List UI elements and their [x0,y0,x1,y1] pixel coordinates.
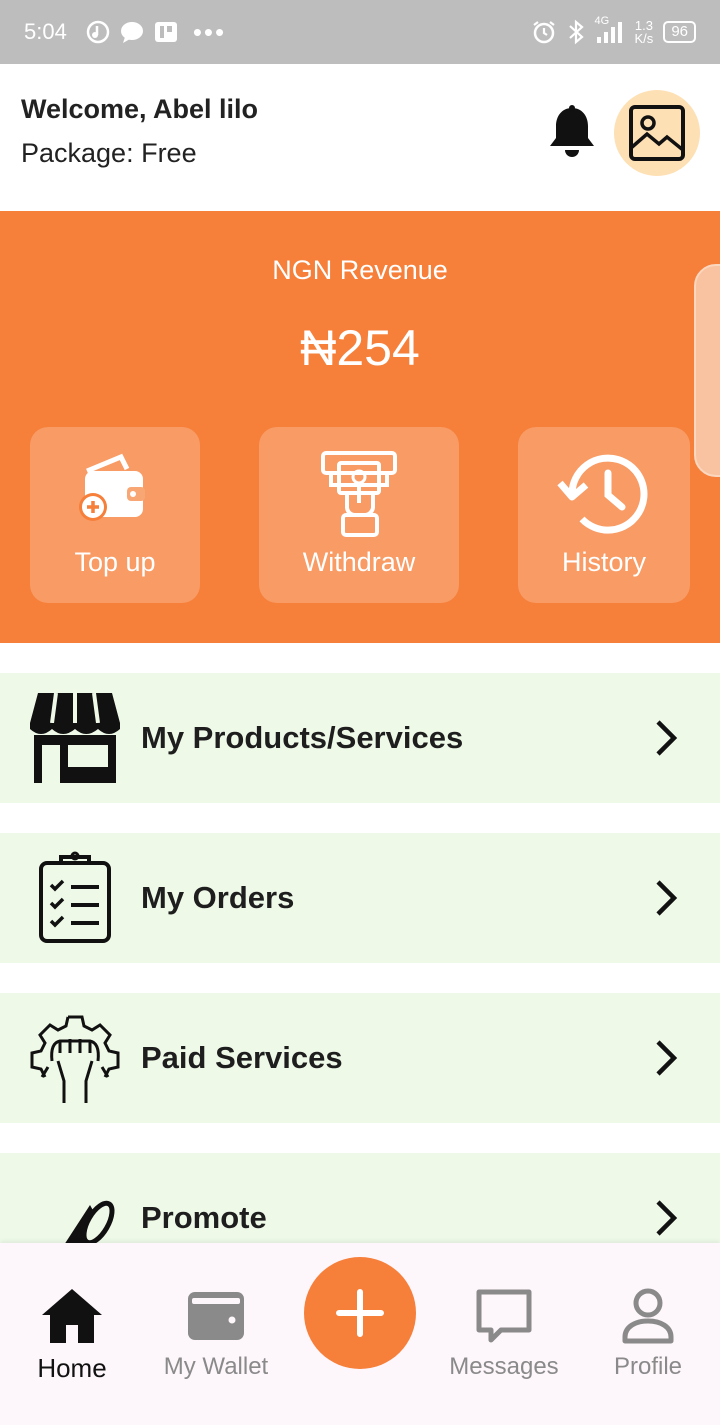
revenue-amount: ₦254 [300,320,420,376]
bottom-navigation: Home My Wallet Messages Profile [0,1243,720,1425]
menu-item-products-services[interactable]: My Products/Services [0,673,720,803]
revenue-panel: NGN Revenue ₦254 Top up Withdraw History [0,211,720,643]
menu-label-paid-services: Paid Services [141,1040,343,1075]
nav-profile-label: Profile [613,1353,683,1380]
history-label: History [561,547,646,577]
alarm-icon [532,21,555,44]
notification-icons: ••• [85,17,226,48]
store-icon [30,692,120,783]
music-notification-icon [86,20,110,44]
nav-home[interactable]: Home [2,1281,142,1384]
revenue-label: NGN Revenue [272,255,448,285]
add-button[interactable] [304,1257,416,1369]
welcome-text: Welcome, Abel lilo [21,94,259,124]
package-text: Package: Free [21,138,197,168]
chevron-right-icon [656,1200,678,1236]
history-button[interactable]: History [518,427,690,603]
menu-item-paid-services[interactable]: Paid Services [0,993,720,1123]
chevron-right-icon [656,720,678,756]
menu-item-orders[interactable]: My Orders [0,833,720,963]
header: Welcome, Abel lilo Package: Free [0,64,720,211]
chevron-right-icon [656,1040,678,1076]
menu-label-products-services: My Products/Services [141,720,464,755]
network-speed: 1.3 K/s [634,18,654,46]
wallet-add-icon [79,453,145,521]
clipboard-checklist-icon [39,851,111,943]
bell-icon[interactable] [546,104,598,160]
menu-label-promote: Promote [141,1200,267,1235]
nav-my-wallet-label: My Wallet [163,1353,269,1380]
withdraw-label: Withdraw [302,547,416,577]
chat-notification-icon [120,22,143,43]
nav-my-wallet[interactable]: My Wallet [146,1281,286,1381]
app-notification-icon [154,22,177,42]
status-time: 5:04 [24,19,67,44]
gear-hand-icon [30,1015,120,1103]
history-icon [557,454,648,534]
status-bar: 5:04 ••• 4G 1.3 K/s 96 [0,0,720,64]
menu-label-orders: My Orders [141,880,295,915]
nav-messages-label: Messages [449,1353,559,1380]
battery-indicator: 96 [663,21,696,43]
chevron-right-icon [656,880,678,916]
nav-messages[interactable]: Messages [434,1281,574,1381]
person-icon [622,1288,674,1344]
home-icon [42,1289,102,1343]
top-up-label: Top up [74,547,156,577]
withdraw-button[interactable]: Withdraw [259,427,459,603]
chat-bubble-icon [476,1289,532,1343]
atm-withdraw-icon [321,451,397,537]
bluetooth-icon [568,19,584,45]
top-up-button[interactable]: Top up [30,427,200,603]
image-placeholder-icon [629,105,685,161]
more-notifications-icon: ••• [192,16,227,47]
signal-icon [596,22,622,43]
avatar[interactable] [614,90,700,176]
nav-home-label: Home [37,1353,107,1383]
side-panel-handle[interactable] [694,264,720,477]
nav-profile[interactable]: Profile [578,1281,718,1381]
plus-icon [336,1289,384,1337]
wallet-icon [188,1292,244,1340]
